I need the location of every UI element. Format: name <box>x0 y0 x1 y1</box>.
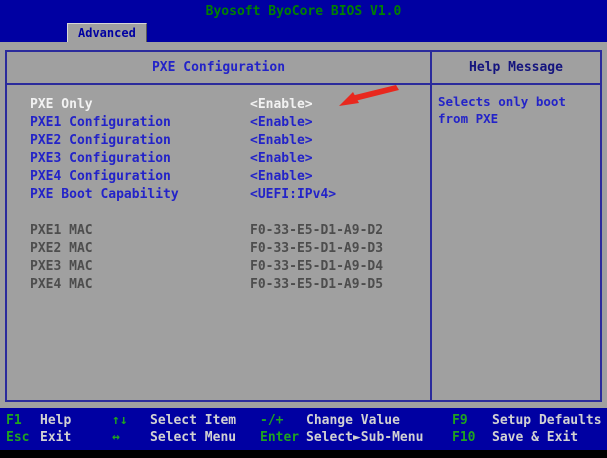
info-row-pxe4-mac: PXE4 MACF0-33-E5-D1-A9-D5 <box>30 276 430 294</box>
setting-value: <Enable> <box>250 169 313 184</box>
setting-value: <Enable> <box>250 151 313 166</box>
info-value: F0-33-E5-D1-A9-D3 <box>250 241 383 256</box>
info-label: PXE4 MAC <box>30 276 250 294</box>
setting-value: <Enable> <box>250 97 313 112</box>
hint-label: Exit <box>40 430 71 445</box>
info-value: F0-33-E5-D1-A9-D5 <box>250 277 383 292</box>
info-label: PXE2 MAC <box>30 240 250 258</box>
hint-exit: EscExit <box>6 430 71 445</box>
setting-row-pxe-boot-capability[interactable]: PXE Boot Capability<UEFI:IPv4> <box>30 186 430 204</box>
setting-row-pxe2-configuration[interactable]: PXE2 Configuration<Enable> <box>30 132 430 150</box>
info-row-pxe1-mac: PXE1 MACF0-33-E5-D1-A9-D2 <box>30 222 430 240</box>
hint-select-menu: ↔Select Menu <box>112 430 236 445</box>
setting-label: PXE4 Configuration <box>30 168 250 186</box>
hint-label: Save & Exit <box>492 430 578 445</box>
spacer <box>30 204 430 222</box>
annotation-arrow-icon <box>338 85 400 109</box>
hint-select-item: ↑↓Select Item <box>112 413 236 428</box>
hint-save-exit: F10Save & Exit <box>452 430 578 445</box>
key-f10: F10 <box>452 430 492 445</box>
tab-advanced[interactable]: Advanced <box>67 23 147 42</box>
hint-label: Help <box>40 413 71 428</box>
hint-label: Change Value <box>306 413 400 428</box>
key-updown-icon: ↑↓ <box>112 413 150 428</box>
help-title: Help Message <box>432 52 600 85</box>
hint-label: Setup Defaults <box>492 413 602 428</box>
setting-value: <Enable> <box>250 133 313 148</box>
setting-value: <Enable> <box>250 115 313 130</box>
key-minus-plus: -/+ <box>260 413 306 428</box>
key-f1: F1 <box>6 413 40 428</box>
main-panel: PXE Configuration PXE Only<Enable> PXE1 … <box>5 50 602 402</box>
key-hints-row-2: EscExit ↔Select Menu EnterSelect►Sub-Men… <box>0 430 607 445</box>
setting-label: PXE3 Configuration <box>30 150 250 168</box>
hint-select-submenu: EnterSelect►Sub-Menu <box>260 430 423 445</box>
info-value: F0-33-E5-D1-A9-D4 <box>250 259 383 274</box>
key-enter: Enter <box>260 430 306 445</box>
hint-setup-defaults: F9Setup Defaults <box>452 413 602 428</box>
hint-label: Select Item <box>150 413 236 428</box>
bios-screen: Byosoft ByoCore BIOS V1.0 Advanced PXE C… <box>0 0 607 458</box>
hint-change-value: -/+Change Value <box>260 413 400 428</box>
key-esc: Esc <box>6 430 40 445</box>
setting-label: PXE Boot Capability <box>30 186 250 204</box>
key-leftright-icon: ↔ <box>112 430 150 445</box>
setting-label: PXE Only <box>30 96 250 114</box>
setting-label: PXE2 Configuration <box>30 132 250 150</box>
info-value: F0-33-E5-D1-A9-D2 <box>250 223 383 238</box>
key-hints-row-1: F1Help ↑↓Select Item -/+Change Value F9S… <box>0 413 607 428</box>
setting-value: <UEFI:IPv4> <box>250 187 336 202</box>
hint-label: Select►Sub-Menu <box>306 430 423 445</box>
hint-help: F1Help <box>6 413 71 428</box>
setting-label: PXE1 Configuration <box>30 114 250 132</box>
help-panel: Help Message Selects only boot from PXE <box>432 52 600 400</box>
help-text: Selects only boot from PXE <box>432 85 600 127</box>
hint-label: Select Menu <box>150 430 236 445</box>
page-title: PXE Configuration <box>7 52 430 85</box>
setting-row-pxe4-configuration[interactable]: PXE4 Configuration<Enable> <box>30 168 430 186</box>
info-label: PXE1 MAC <box>30 222 250 240</box>
setting-row-pxe1-configuration[interactable]: PXE1 Configuration<Enable> <box>30 114 430 132</box>
header-bar: Byosoft ByoCore BIOS V1.0 Advanced <box>0 0 607 42</box>
key-hints-bar: F1Help ↑↓Select Item -/+Change Value F9S… <box>0 408 607 450</box>
info-row-pxe2-mac: PXE2 MACF0-33-E5-D1-A9-D3 <box>30 240 430 258</box>
bios-title: Byosoft ByoCore BIOS V1.0 <box>0 4 607 19</box>
settings-list: PXE Only<Enable> PXE1 Configuration<Enab… <box>7 85 430 294</box>
info-label: PXE3 MAC <box>30 258 250 276</box>
key-f9: F9 <box>452 413 492 428</box>
screen-bottom-edge <box>0 450 607 458</box>
info-row-pxe3-mac: PXE3 MACF0-33-E5-D1-A9-D4 <box>30 258 430 276</box>
setting-row-pxe3-configuration[interactable]: PXE3 Configuration<Enable> <box>30 150 430 168</box>
